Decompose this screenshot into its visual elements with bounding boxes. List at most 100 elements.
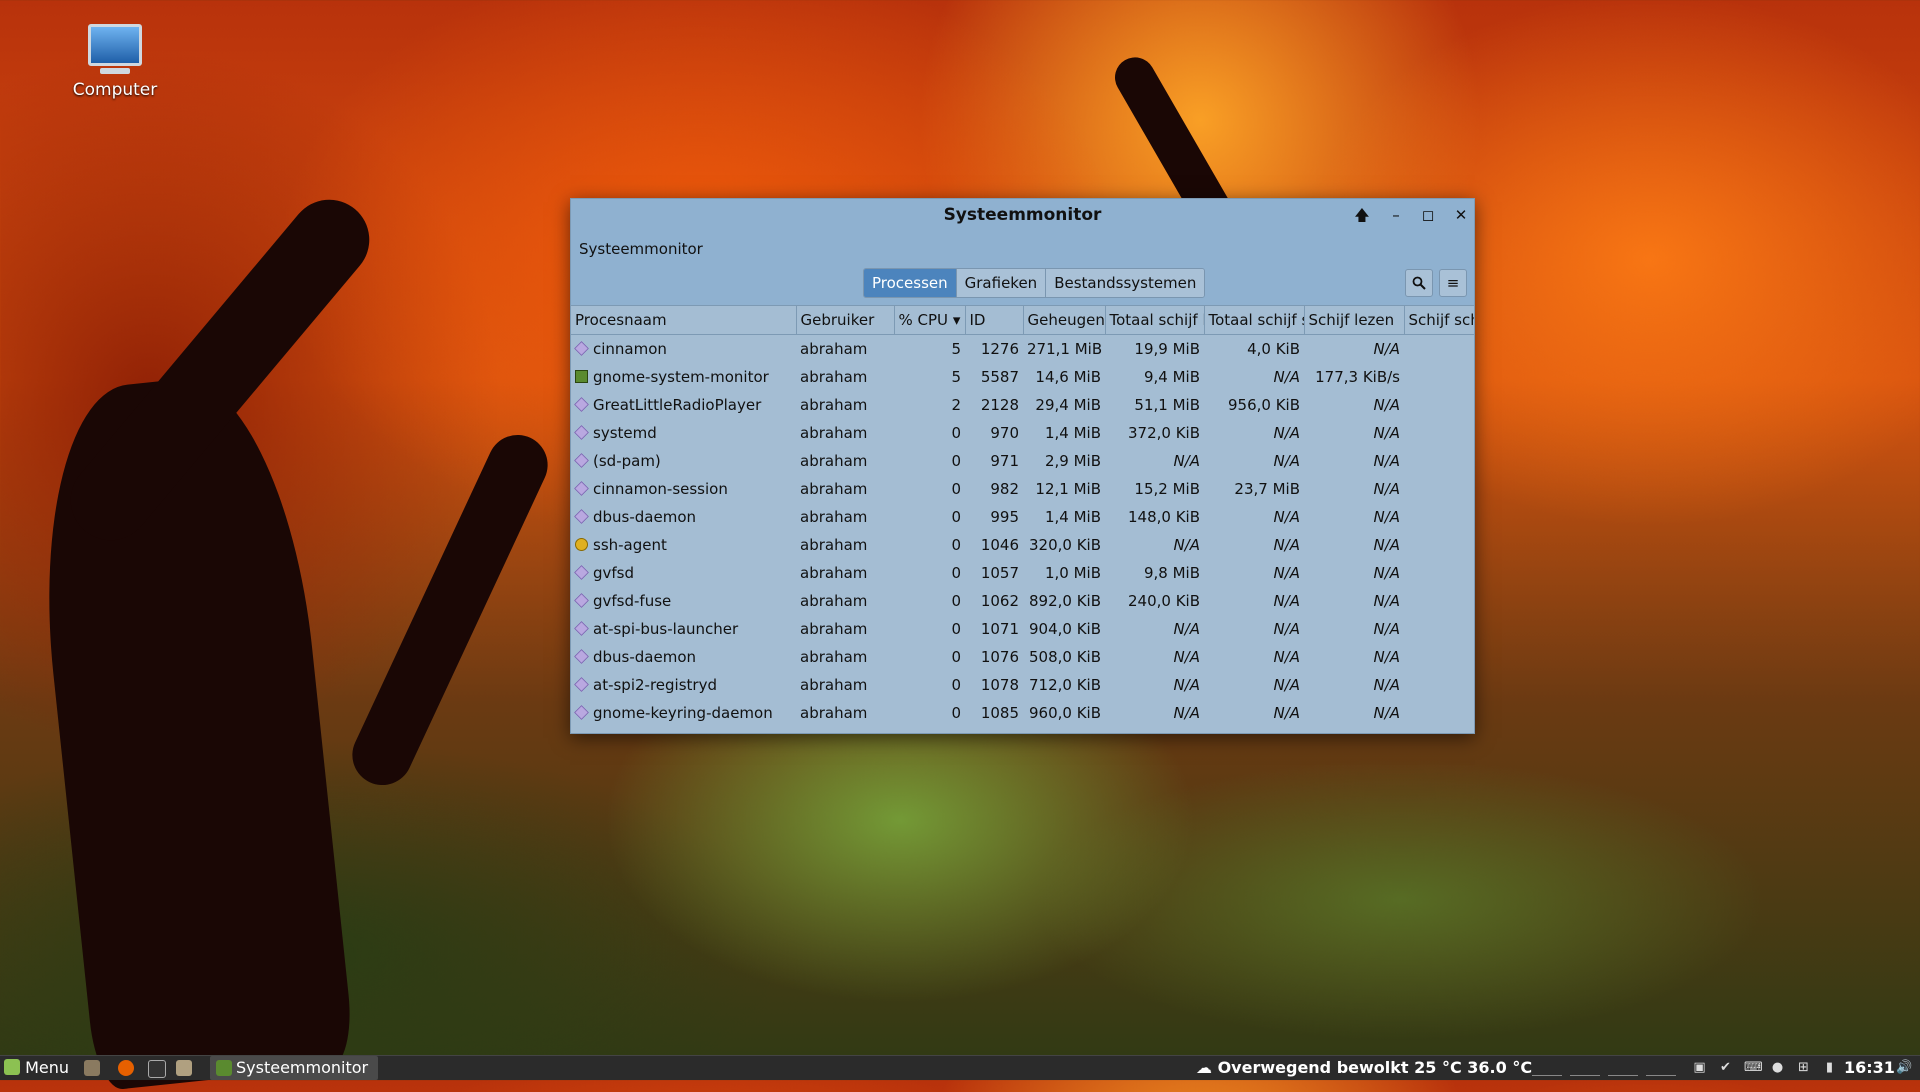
process-name: at-spi-bus-launcher [593,620,739,638]
show-desktop-icon[interactable] [84,1060,100,1076]
cell-id: 970 [990,424,1019,442]
cell-schijf-lezen: N/A [1373,676,1400,694]
tab-grafieken[interactable]: Grafieken [956,269,1047,297]
cell-geheugen: 320,0 KiB [1028,536,1101,554]
col-schijf-schrijven[interactable]: Schijf sch [1404,306,1475,335]
weather-applet[interactable]: ☁ Overwegend bewolkt 25 °C 36.0 °C [1196,1056,1532,1080]
cell-geheugen: 1,4 MiB [1044,508,1101,526]
mem-graph-icon[interactable] [1570,1060,1600,1076]
menu-button[interactable]: Menu [4,1056,69,1080]
table-row[interactable]: gnome-system-monitor abraham 5 5587 14,6 MiB… [571,363,1474,391]
cell-cpu: 2 [951,396,961,414]
cpu-graph-icon[interactable] [1532,1060,1562,1076]
process-name: at-spi2-registryd [593,676,717,694]
tab-bestandssystemen[interactable]: Bestandssystemen [1046,269,1205,297]
col-totaal-schijf-lezen[interactable]: Totaal schijf l [1105,306,1205,335]
cell-cpu: 0 [951,648,961,666]
close-button[interactable]: ✕ [1450,204,1472,226]
monitor-icon [88,24,142,66]
cell-cpu: 0 [951,480,961,498]
cell-schijf-lezen: 177,3 KiB/s [1315,368,1400,386]
table-row[interactable]: cinnamon abraham 5 1276 271,1 MiB 19,9 MiB 4,0… [571,335,1474,364]
col-totaal-schijf-schrijven[interactable]: Totaal schijf s [1204,306,1305,335]
process-name: gvfsd-fuse [593,592,672,610]
cell-gebruiker: abraham [800,368,868,386]
cell-gebruiker: abraham [800,480,868,498]
terminal-icon[interactable] [148,1060,166,1078]
firefox-icon[interactable] [118,1060,134,1076]
col-schijf-lezen[interactable]: Schijf lezen [1304,306,1405,335]
user-icon[interactable]: ● [1770,1060,1785,1075]
keyboard-icon[interactable]: ⌨ [1744,1060,1763,1075]
cell-procesnaam: (sd-pam) [571,447,796,475]
table-row[interactable]: (sd-pam) abraham 0 971 2,9 MiB N/A N/A N/A [571,447,1474,475]
cell-procesnaam: dbus-daemon [571,503,796,531]
tab-processen[interactable]: Processen [864,269,957,297]
cell-schijf-schrijven [1404,643,1474,671]
net-graph-icon[interactable] [1608,1060,1638,1076]
cell-geheugen: 12,1 MiB [1035,480,1101,498]
table-row[interactable]: dbus-daemon abraham 0 995 1,4 MiB 148,0 KiB N/… [571,503,1474,531]
cell-totaal-schijf-lezen: N/A [1173,704,1200,722]
maximize-button[interactable]: ◻ [1417,204,1439,226]
table-row[interactable]: gnome-keyring-daemon abraham 0 1085 960,0 Ki… [571,699,1474,727]
process-name: gvfsd [593,564,635,582]
cell-id: 1057 [980,564,1019,582]
network-icon[interactable]: ⊞ [1796,1060,1811,1075]
cell-cpu: 0 [951,704,961,722]
cell-schijf-schrijven [1404,391,1474,419]
desktop-icon-label: Computer [72,80,158,100]
system-monitor-icon [575,370,588,383]
menu-button[interactable]: ≡ [1439,269,1467,297]
window-titlebar[interactable]: Systeemmonitor 🡅 – ◻ ✕ [571,199,1474,231]
col-geheugen[interactable]: Geheugen [1023,306,1106,335]
cell-schijf-lezen: N/A [1373,480,1400,498]
cell-cpu: 0 [951,508,961,526]
process-list: cinnamon abraham 5 1276 271,1 MiB 19,9 MiB 4,0… [571,335,1474,728]
mint-menu-icon [4,1059,20,1075]
cell-id: 982 [990,480,1019,498]
cell-totaal-schijf-lezen: 15,2 MiB [1134,480,1200,498]
search-button[interactable] [1405,269,1433,297]
cell-cpu: 0 [951,592,961,610]
files-icon[interactable] [176,1060,192,1076]
screenshot-icon[interactable]: ▣ [1692,1060,1707,1075]
cell-gebruiker: abraham [800,620,868,638]
cell-schijf-schrijven [1404,587,1474,615]
menu-label: Menu [25,1058,70,1077]
shield-icon[interactable]: ✔ [1718,1060,1733,1075]
table-row[interactable]: dbus-daemon abraham 0 1076 508,0 KiB N/A N/A N/… [571,643,1474,671]
table-row[interactable]: gvfsd abraham 0 1057 1,0 MiB 9,8 MiB N/A N/A [571,559,1474,587]
table-row[interactable]: at-spi2-registryd abraham 0 1078 712,0 KiB N/… [571,671,1474,699]
process-name: cinnamon [593,340,667,358]
cell-totaal-schijf-schrijven: N/A [1273,536,1300,554]
col-id[interactable]: ID [965,306,1024,335]
taskbar-window-systeemmonitor[interactable]: Systeemmonitor [210,1056,379,1080]
col-cpu[interactable]: % CPU ▾ [894,306,966,335]
disk-graph-icon[interactable] [1646,1060,1676,1076]
table-row[interactable]: at-spi-bus-launcher abraham 0 1071 904,0 KiB… [571,615,1474,643]
app-menu[interactable]: Systeemmonitor [571,231,711,267]
table-row[interactable]: ssh-agent abraham 0 1046 320,0 KiB N/A N/A N/A [571,531,1474,559]
cell-procesnaam: cinnamon-session [571,475,796,503]
taskbar: Menu Systeemmonitor ☁ Overwegend bewolkt… [0,1055,1920,1080]
cell-schijf-lezen: N/A [1373,704,1400,722]
col-gebruiker[interactable]: Gebruiker [796,306,895,335]
table-row[interactable]: GreatLittleRadioPlayer abraham 2 2128 29,4 M… [571,391,1474,419]
cell-totaal-schijf-lezen: N/A [1173,620,1200,638]
hamburger-icon: ≡ [1446,274,1460,292]
minimize-button[interactable]: – [1385,204,1407,226]
desktop-computer-icon[interactable]: Computer [70,24,160,100]
cell-totaal-schijf-schrijven: N/A [1273,704,1300,722]
battery-icon[interactable]: ▮ [1822,1060,1837,1075]
table-row[interactable]: gvfsd-fuse abraham 0 1062 892,0 KiB 240,0 KiB… [571,587,1474,615]
volume-icon[interactable]: 🔊 [1896,1060,1912,1075]
cell-geheugen: 960,0 KiB [1028,704,1101,722]
cell-gebruiker: abraham [800,452,868,470]
table-row[interactable]: cinnamon-session abraham 0 982 12,1 MiB 15,2 … [571,475,1474,503]
col-procesnaam[interactable]: Procesnaam [571,306,797,335]
pin-button[interactable]: 🡅 [1351,204,1373,226]
clock[interactable]: 16:31 [1844,1056,1895,1080]
table-row[interactable]: systemd abraham 0 970 1,4 MiB 372,0 KiB N/A N/A [571,419,1474,447]
cell-schijf-lezen: N/A [1373,452,1400,470]
